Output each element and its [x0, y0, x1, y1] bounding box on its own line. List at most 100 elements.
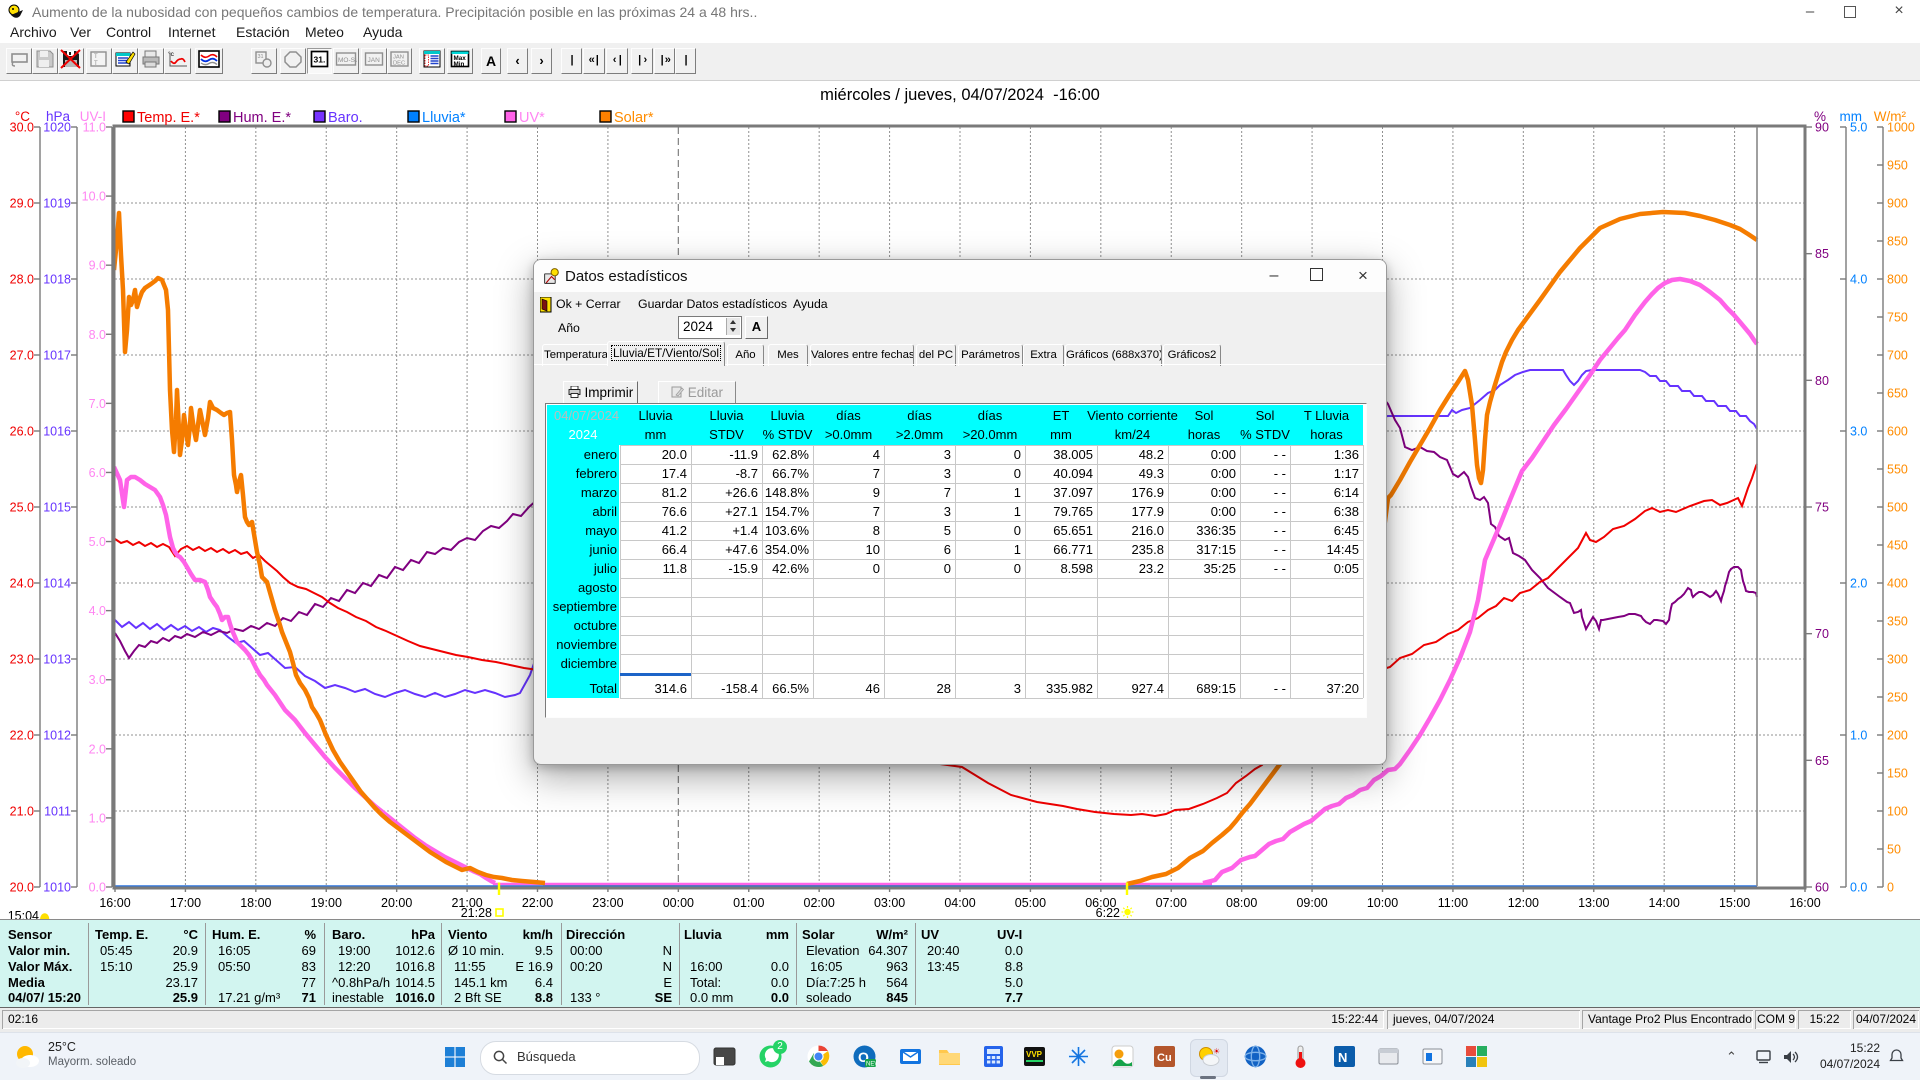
svg-text:500: 500: [1887, 501, 1908, 515]
svg-text:6.0: 6.0: [89, 466, 106, 480]
svg-text:27.0: 27.0: [10, 349, 34, 363]
svg-text:Baro.: Baro.: [328, 110, 363, 126]
svg-text:10.0: 10.0: [82, 190, 106, 204]
svg-text:750: 750: [1887, 311, 1908, 325]
svg-text:4.0: 4.0: [89, 604, 106, 618]
svg-text:11.0: 11.0: [83, 121, 106, 135]
svg-text:T: T: [94, 54, 98, 60]
svg-text:21:28: 21:28: [461, 906, 492, 920]
svg-text:Min: Min: [454, 61, 465, 68]
svg-text:T: T: [94, 61, 98, 67]
svg-text:13:00: 13:00: [1578, 896, 1609, 910]
svg-text:30.0: 30.0: [10, 121, 34, 135]
svg-text:31.: 31.: [314, 55, 326, 65]
svg-text:1017: 1017: [43, 349, 71, 363]
svg-text:300: 300: [1887, 653, 1908, 667]
svg-text:31: 31: [258, 54, 264, 60]
svg-text:16:00: 16:00: [1789, 896, 1820, 910]
svg-text:600: 600: [1887, 425, 1908, 439]
svg-text:Cu: Cu: [1157, 1052, 1172, 1064]
svg-text:250: 250: [1887, 691, 1908, 705]
svg-text:350: 350: [1887, 615, 1908, 629]
svg-text:70: 70: [1815, 627, 1829, 641]
svg-text:04:00: 04:00: [944, 896, 975, 910]
svg-text:1018: 1018: [43, 273, 71, 287]
svg-text:Solar*: Solar*: [614, 110, 654, 126]
svg-text:☀: ☀: [1213, 1047, 1220, 1056]
svg-text:28.0: 28.0: [10, 273, 34, 287]
svg-text:20:00: 20:00: [381, 896, 412, 910]
svg-text:12:00: 12:00: [1508, 896, 1539, 910]
svg-text:1013: 1013: [43, 653, 71, 667]
svg-text:20.0: 20.0: [10, 881, 34, 895]
svg-text:650: 650: [1887, 387, 1908, 401]
svg-text:1014: 1014: [43, 577, 71, 591]
svg-text:1019: 1019: [43, 197, 71, 211]
svg-text:19:00: 19:00: [311, 896, 342, 910]
svg-text:3.0: 3.0: [89, 673, 106, 687]
svg-text:80: 80: [1815, 374, 1829, 388]
svg-text:400: 400: [1887, 577, 1908, 591]
svg-text:2.0: 2.0: [1850, 577, 1867, 591]
svg-text:07:00: 07:00: [1156, 896, 1187, 910]
svg-text:0.0: 0.0: [1850, 881, 1867, 895]
svg-text:900: 900: [1887, 197, 1908, 211]
svg-text:11:00: 11:00: [1438, 896, 1468, 910]
svg-text:09:00: 09:00: [1296, 896, 1327, 910]
svg-text:22:00: 22:00: [522, 896, 553, 910]
svg-text:VVP: VVP: [1026, 1050, 1043, 1059]
svg-text:950: 950: [1887, 159, 1908, 173]
svg-text:450: 450: [1887, 539, 1908, 553]
svg-text:Hum. E.*: Hum. E.*: [233, 110, 291, 126]
svg-text:23:00: 23:00: [592, 896, 623, 910]
svg-text:N: N: [1338, 1050, 1347, 1065]
svg-text:8.0: 8.0: [89, 328, 106, 342]
svg-text:85: 85: [1815, 247, 1829, 261]
svg-text:NEW: NEW: [866, 1062, 877, 1068]
svg-text:0: 0: [1887, 881, 1894, 895]
svg-text:1011: 1011: [44, 805, 71, 819]
svg-text:3.0: 3.0: [1850, 425, 1867, 439]
svg-text:60: 60: [1815, 881, 1829, 895]
svg-text:5.0: 5.0: [1850, 121, 1867, 135]
svg-text:JAN: JAN: [368, 57, 381, 64]
svg-text:1012: 1012: [43, 729, 71, 743]
svg-text:22.0: 22.0: [10, 729, 34, 743]
svg-text:miércoles / jueves, 04/07/2024: miércoles / jueves, 04/07/2024 -16:00: [820, 86, 1100, 104]
svg-text:05:00: 05:00: [1015, 896, 1046, 910]
svg-text:100: 100: [1887, 805, 1908, 819]
svg-text:DEC: DEC: [393, 61, 405, 67]
svg-text:24.0: 24.0: [10, 577, 34, 591]
svg-text:9.0: 9.0: [89, 259, 106, 273]
svg-text:4.0: 4.0: [1850, 273, 1867, 287]
svg-text:18:00: 18:00: [240, 896, 271, 910]
svg-text:5.0: 5.0: [89, 535, 106, 549]
svg-text:1000: 1000: [1887, 121, 1915, 135]
svg-text:UV*: UV*: [519, 110, 545, 126]
svg-text:200: 200: [1887, 729, 1908, 743]
svg-text:14:00: 14:00: [1649, 896, 1680, 910]
svg-text:Lluvia*: Lluvia*: [422, 110, 466, 126]
svg-text:16:00: 16:00: [99, 896, 130, 910]
svg-text:°c: °c: [168, 50, 175, 58]
svg-text:00:00: 00:00: [663, 896, 694, 910]
svg-text:01:00: 01:00: [733, 896, 764, 910]
svg-text:10:00: 10:00: [1367, 896, 1398, 910]
svg-text:0.0: 0.0: [89, 881, 106, 895]
svg-text:Temp. E.*: Temp. E.*: [137, 110, 200, 126]
svg-text:50: 50: [1887, 843, 1901, 857]
svg-text:29.0: 29.0: [10, 197, 34, 211]
svg-text:17:00: 17:00: [170, 896, 201, 910]
svg-text:800: 800: [1887, 273, 1908, 287]
svg-text:1010: 1010: [43, 881, 71, 895]
svg-text:1.0: 1.0: [1850, 729, 1867, 743]
svg-text:15:00: 15:00: [1719, 896, 1750, 910]
svg-text:6:22: 6:22: [1096, 906, 1120, 920]
svg-text:02:00: 02:00: [804, 896, 835, 910]
svg-text:7.0: 7.0: [89, 397, 106, 411]
svg-text:1015: 1015: [43, 501, 71, 515]
svg-text:150: 150: [1887, 767, 1908, 781]
svg-text:MO-SU: MO-SU: [338, 57, 357, 64]
svg-text:1.0: 1.0: [89, 811, 106, 825]
svg-text:75: 75: [1815, 501, 1829, 515]
